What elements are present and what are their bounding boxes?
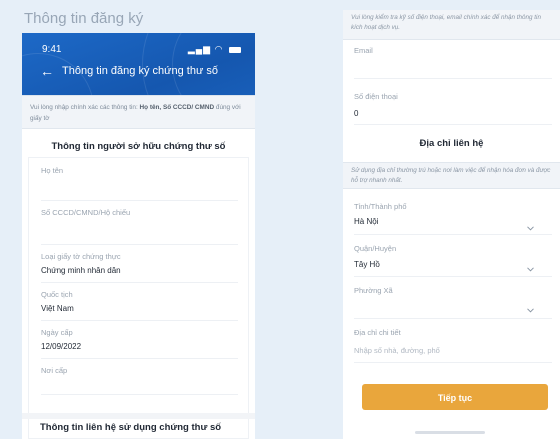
signal-icon: ▂▄▆ — [187, 44, 212, 54]
registration-screen-right: Vui lòng kiểm tra kỹ số điện thoại, emai… — [343, 10, 560, 439]
phone-label: Số điện thoại — [354, 92, 398, 101]
registration-screen-left: 9:41 ▂▄▆ ◠ ← Thông tin đăng ký chứng thư… — [22, 33, 255, 439]
nationality-value[interactable]: Việt Nam — [41, 304, 74, 313]
id-number-label: Số CCCD/CMND/Hộ chiếu — [41, 208, 131, 217]
screen-title: Thông tin đăng ký chứng thư số — [62, 65, 218, 77]
section-divider — [22, 413, 255, 419]
owner-form: Họ tên Số CCCD/CMND/Hộ chiếu Loại giấy t… — [28, 157, 249, 439]
issue-place-label: Nơi cấp — [41, 366, 68, 375]
chevron-down-icon[interactable] — [527, 267, 534, 274]
detail-address-label: Địa chỉ chi tiết — [354, 328, 401, 337]
address-notice: Sử dụng địa chỉ thường trú hoặc nơi làm … — [343, 162, 560, 189]
province-underline — [354, 234, 552, 235]
owner-section-title: Thông tin người sở hữu chứng thư số — [51, 141, 226, 152]
verify-notice: Vui lòng kiểm tra kỹ số điện thoại, emai… — [343, 10, 560, 40]
nationality-label: Quốc tịch — [41, 290, 73, 299]
info-notice: Vui lòng nhập chính xác các thông tin: H… — [22, 95, 255, 129]
id-number-field[interactable] — [41, 244, 238, 245]
full-name-field[interactable] — [41, 200, 238, 201]
notice-highlight: Họ tên, Số CCCD/ CMND — [139, 104, 215, 111]
continue-button[interactable]: Tiếp tục — [362, 384, 548, 410]
issue-date-underline — [41, 358, 238, 359]
ward-select[interactable] — [354, 318, 552, 319]
back-arrow-icon[interactable]: ← — [40, 63, 54, 79]
ward-label: Phường Xã — [354, 286, 393, 295]
email-label: Email — [354, 46, 373, 55]
status-time: 9:41 — [42, 44, 62, 55]
status-icons: ▂▄▆ ◠ — [188, 44, 241, 55]
detail-address-underline — [354, 362, 552, 363]
home-indicator — [415, 431, 485, 434]
contact-section-title: Thông tin liên hệ sử dụng chứng thư số — [40, 422, 222, 433]
doc-type-underline — [41, 282, 238, 283]
district-label: Quận/Huyện — [354, 244, 397, 253]
province-select[interactable]: Hà Nội — [354, 217, 378, 226]
district-select[interactable]: Tây Hồ — [354, 260, 380, 269]
province-label: Tỉnh/Thành phố — [354, 202, 407, 211]
chevron-down-icon[interactable] — [527, 226, 534, 233]
nationality-underline — [41, 320, 238, 321]
doc-type-label: Loại giấy tờ chứng thực — [41, 252, 121, 261]
notice-prefix: Vui lòng nhập chính xác các thông tin: — [30, 104, 140, 111]
phone-input[interactable]: 0 — [354, 109, 358, 118]
address-section-title: Địa chỉ liên hệ — [419, 138, 484, 149]
chevron-down-icon[interactable] — [527, 308, 534, 315]
issue-date-value[interactable]: 12/09/2022 — [41, 342, 81, 351]
detail-address-input[interactable]: Nhập số nhà, đường, phố — [354, 346, 440, 355]
district-underline — [354, 276, 552, 277]
issue-date-label: Ngày cấp — [41, 328, 73, 337]
battery-icon — [229, 46, 241, 53]
wifi-icon: ◠ — [214, 44, 224, 54]
phone-underline — [354, 124, 552, 125]
full-name-label: Họ tên — [41, 166, 64, 175]
page-caption: Thông tin đăng ký — [24, 10, 144, 27]
doc-type-value[interactable]: Chứng minh nhân dân — [41, 266, 121, 275]
email-field[interactable] — [354, 78, 552, 79]
issue-place-field[interactable] — [41, 394, 238, 395]
